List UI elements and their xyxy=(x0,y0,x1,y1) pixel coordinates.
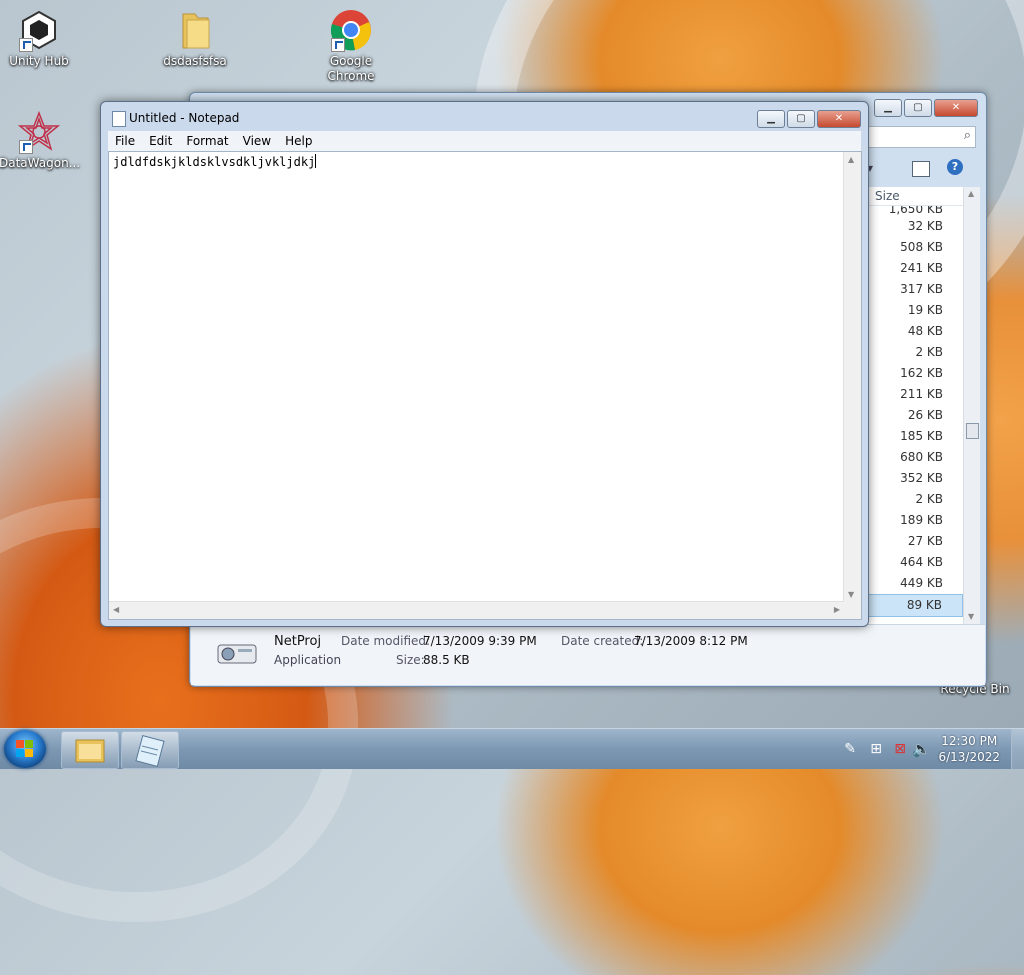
details-file-name: NetProj xyxy=(274,634,322,649)
clock-time: 12:30 PM xyxy=(941,734,998,748)
scroll-down-arrow-icon[interactable]: ▼ xyxy=(968,612,974,621)
notepad-window[interactable]: Untitled - Notepad ▁ ▢ ✕ File Edit Forma… xyxy=(100,101,869,627)
notepad-window-controls: ▁ ▢ ✕ xyxy=(757,110,861,128)
desktop-icon-label: dsdasfsfsa xyxy=(163,54,227,68)
file-size-cell[interactable]: 2 KB xyxy=(867,342,963,363)
details-date-modified-label: Date modified: xyxy=(341,634,431,648)
clock[interactable]: 12:30 PM 6/13/2022 xyxy=(938,733,1000,765)
file-size-cell[interactable]: 89 KB xyxy=(867,594,963,617)
editor-text: jdldfdskjkldsklvsdkljvkljdkj xyxy=(113,155,316,169)
file-size-cell[interactable]: 185 KB xyxy=(867,426,963,447)
details-date-created: 7/13/2009 8:12 PM xyxy=(634,634,748,648)
action-center-icon[interactable]: ✎ xyxy=(844,741,856,757)
file-size-cell[interactable]: 317 KB xyxy=(867,279,963,300)
file-size-cell[interactable]: 2 KB xyxy=(867,489,963,510)
search-icon: ⌕ xyxy=(963,128,971,143)
scroll-up-arrow-icon[interactable]: ▲ xyxy=(848,155,854,164)
taskbar-explorer-button[interactable] xyxy=(61,731,119,769)
unity-hub-icon xyxy=(17,8,61,52)
scroll-up-arrow-icon[interactable]: ▲ xyxy=(968,189,974,198)
file-size-cell[interactable]: 32 KB xyxy=(867,216,963,237)
column-header-size[interactable]: Size xyxy=(867,187,963,206)
maximize-button[interactable]: ▢ xyxy=(904,99,932,117)
menu-file[interactable]: File xyxy=(108,134,142,148)
chrome-icon xyxy=(329,8,373,52)
windows-logo-icon xyxy=(16,740,33,757)
file-size-cell[interactable]: 449 KB xyxy=(867,573,963,594)
file-size-cell[interactable]: 162 KB xyxy=(867,363,963,384)
minimize-button[interactable]: ▁ xyxy=(757,110,785,128)
menu-bar: File Edit Format View Help xyxy=(108,131,861,151)
file-size-cell[interactable]: 241 KB xyxy=(867,258,963,279)
explorer-toolbar: ▾ ? xyxy=(867,153,978,187)
folder-icon xyxy=(75,739,105,763)
maximize-button[interactable]: ▢ xyxy=(787,110,815,128)
taskbar: ✎ ⊞ ⊠ 🔈 12:30 PM 6/13/2022 xyxy=(0,728,1024,769)
file-size-cell[interactable]: 19 KB xyxy=(867,300,963,321)
desktop-icon-label: Unity Hub xyxy=(9,54,69,68)
preview-pane-icon[interactable] xyxy=(912,161,930,177)
shortcut-arrow-icon xyxy=(331,38,345,52)
desktop-icon-label: Google Chrome xyxy=(327,54,375,83)
scroll-left-arrow-icon[interactable]: ◀ xyxy=(113,605,119,614)
file-size-cell[interactable]: 680 KB xyxy=(867,447,963,468)
application-icon xyxy=(216,639,257,665)
file-size-cell[interactable]: 48 KB xyxy=(867,321,963,342)
taskbar-notepad-button[interactable] xyxy=(121,731,179,769)
notepad-icon xyxy=(112,111,126,127)
clock-date: 6/13/2022 xyxy=(938,750,1000,764)
shortcut-arrow-icon xyxy=(19,38,33,52)
desktop-icon-label: DataWagon... xyxy=(0,156,81,170)
explorer-scrollbar[interactable]: ▲ ▼ xyxy=(963,187,980,625)
file-size-cell[interactable]: 1,650 KB xyxy=(867,206,963,216)
minimize-button[interactable]: ▁ xyxy=(874,99,902,117)
text-editor-area[interactable]: jdldfdskjkldsklvsdkljvkljdkj ▲ ▼ ◀ ▶ xyxy=(108,151,862,620)
resize-grip-icon[interactable] xyxy=(844,602,861,619)
desktop-icon-datawagon[interactable]: DataWagon... xyxy=(0,110,81,171)
shortcut-arrow-icon xyxy=(19,140,33,154)
network-icon[interactable]: ⊞ xyxy=(870,741,882,757)
explorer-window-controls: ▁ ▢ ✕ xyxy=(874,99,978,117)
scroll-down-arrow-icon[interactable]: ▼ xyxy=(848,590,854,599)
menu-edit[interactable]: Edit xyxy=(142,134,179,148)
file-size-cell[interactable]: 508 KB xyxy=(867,237,963,258)
editor-content: jdldfdskjkldsklvsdkljvkljdkj xyxy=(113,154,317,169)
file-size-cell[interactable]: 27 KB xyxy=(867,531,963,552)
notepad-icon xyxy=(135,734,165,768)
menu-view[interactable]: View xyxy=(236,134,278,148)
horizontal-scrollbar[interactable]: ◀ ▶ xyxy=(109,601,844,619)
desktop-icon-google-chrome[interactable]: Google Chrome xyxy=(311,8,391,84)
window-title: Untitled - Notepad xyxy=(129,111,240,125)
file-size-cell[interactable]: 352 KB xyxy=(867,468,963,489)
file-size-cell[interactable]: 189 KB xyxy=(867,510,963,531)
datawagon-icon xyxy=(17,110,61,154)
scroll-thumb[interactable] xyxy=(966,423,979,439)
file-size-cell[interactable]: 211 KB xyxy=(867,384,963,405)
details-date-created-label: Date created: xyxy=(561,634,644,648)
power-warning-icon[interactable]: ⊠ xyxy=(894,741,906,757)
menu-format[interactable]: Format xyxy=(179,134,235,148)
file-list-size-column: Size 1,650 KB 32 KB 508 KB 241 KB 317 KB 19 K… xyxy=(867,187,963,627)
close-button[interactable]: ✕ xyxy=(817,110,861,128)
scroll-right-arrow-icon[interactable]: ▶ xyxy=(834,605,840,614)
folder-icon xyxy=(173,8,217,52)
details-file-type: Application xyxy=(274,653,342,667)
search-input[interactable]: ⌕ xyxy=(852,126,976,148)
file-size-cell[interactable]: 26 KB xyxy=(867,405,963,426)
details-date-modified: 7/13/2009 9:39 PM xyxy=(423,634,537,648)
details-size: 88.5 KB xyxy=(423,653,470,667)
help-icon[interactable]: ? xyxy=(947,159,963,175)
text-caret xyxy=(315,154,317,168)
desktop-icon-folder[interactable]: dsdasfsfsa xyxy=(155,8,235,69)
details-pane: NetProj Application Date modified: 7/13/… xyxy=(191,624,985,685)
volume-icon[interactable]: 🔈 xyxy=(912,740,931,758)
vertical-scrollbar[interactable]: ▲ ▼ xyxy=(843,152,861,602)
details-size-label: Size: xyxy=(396,653,425,667)
start-button[interactable] xyxy=(4,730,46,768)
close-button[interactable]: ✕ xyxy=(934,99,978,117)
file-size-cell[interactable]: 464 KB xyxy=(867,552,963,573)
show-desktop-button[interactable] xyxy=(1011,729,1024,769)
desktop-icon-unity-hub[interactable]: Unity Hub xyxy=(0,8,79,69)
menu-help[interactable]: Help xyxy=(278,134,319,148)
